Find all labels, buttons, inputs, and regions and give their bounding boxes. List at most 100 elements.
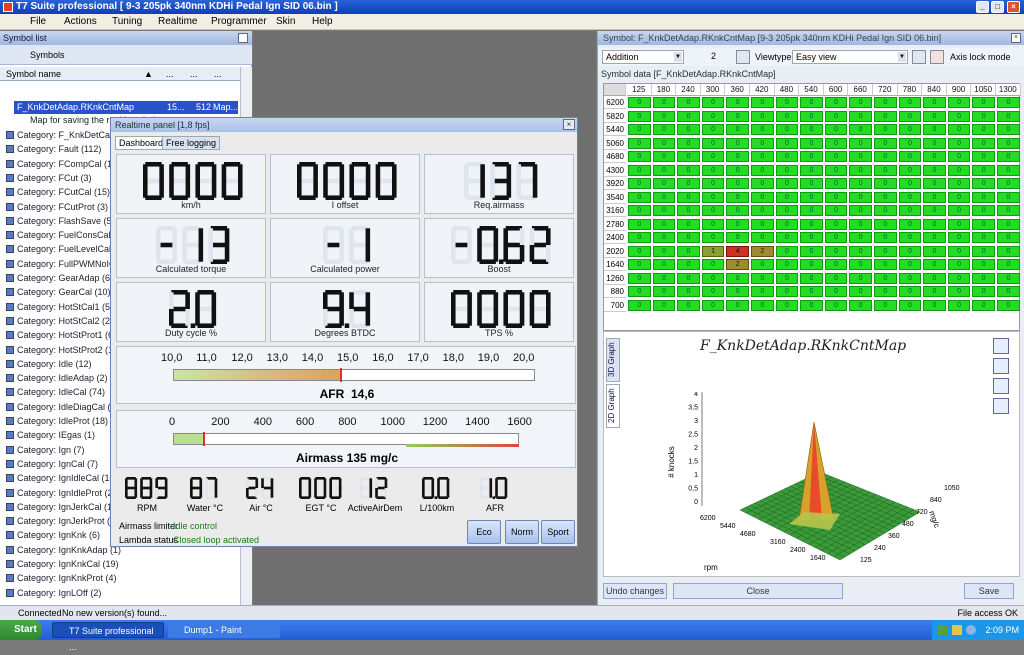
- grid-cell[interactable]: 0: [997, 124, 1020, 135]
- grid-cell[interactable]: 0: [751, 272, 774, 284]
- grid-cell[interactable]: 0: [997, 259, 1020, 270]
- copy-icon[interactable]: [912, 50, 926, 64]
- grid-cell[interactable]: 0: [947, 151, 971, 162]
- grid-cell[interactable]: 0: [849, 205, 872, 216]
- expand-icon[interactable]: [6, 274, 14, 282]
- grid-cell[interactable]: 0: [923, 191, 946, 203]
- grid-cell[interactable]: 0: [652, 191, 676, 203]
- grid-cell[interactable]: 0: [800, 151, 823, 162]
- grid-cell[interactable]: 0: [824, 97, 848, 108]
- grid-cell[interactable]: 0: [628, 245, 651, 257]
- grid-cell[interactable]: 0: [874, 218, 897, 230]
- grid-cell[interactable]: 2: [726, 259, 749, 270]
- grid-cell[interactable]: 0: [947, 245, 971, 257]
- grid-cell[interactable]: 0: [874, 259, 897, 270]
- menu-skin[interactable]: Skin: [276, 16, 295, 27]
- eco-button[interactable]: Eco: [467, 520, 501, 544]
- expand-icon[interactable]: [6, 431, 14, 440]
- grid-cell[interactable]: 0: [824, 245, 848, 257]
- grid-cell[interactable]: 0: [997, 205, 1020, 216]
- grid-cell[interactable]: 0: [874, 137, 897, 149]
- grid-cell[interactable]: 0: [923, 299, 946, 311]
- grid-cell[interactable]: 0: [947, 299, 971, 311]
- grid-cell[interactable]: 0: [972, 178, 995, 189]
- grid-cell[interactable]: 0: [701, 286, 725, 297]
- grid-cell[interactable]: 0: [849, 178, 872, 189]
- grid-cell[interactable]: 0: [898, 272, 922, 284]
- tray-network-icon[interactable]: [966, 625, 976, 635]
- grid-cell[interactable]: 0: [751, 164, 774, 176]
- expand-icon[interactable]: [6, 502, 14, 511]
- rotate-icon[interactable]: [993, 378, 1009, 394]
- task-t7-suite[interactable]: T7 Suite professional ...: [52, 622, 164, 652]
- grid-cell[interactable]: 0: [972, 245, 995, 257]
- grid-cell[interactable]: 0: [824, 286, 848, 297]
- zoom-out-icon[interactable]: [993, 358, 1009, 374]
- grid-cell[interactable]: 0: [800, 299, 823, 311]
- grid-cell[interactable]: 0: [726, 232, 749, 243]
- grid-cell[interactable]: 0: [997, 299, 1020, 311]
- grid-cell[interactable]: 0: [849, 245, 872, 257]
- grid-cell[interactable]: 0: [898, 232, 922, 243]
- col-2[interactable]: ...: [166, 67, 174, 81]
- category-item[interactable]: Category: IgnJerkProt (2): [6, 514, 118, 528]
- tab-free-logging[interactable]: Free logging: [162, 136, 221, 150]
- grid-cell[interactable]: 0: [972, 259, 995, 270]
- tab-dashboard[interactable]: Dashboard: [115, 136, 168, 150]
- category-item[interactable]: Category: IdleDiagCal (5): [6, 400, 119, 414]
- grid-cell[interactable]: 0: [628, 97, 651, 108]
- grid-cell[interactable]: 0: [775, 97, 799, 108]
- category-item[interactable]: Category: IgnIdleProt (2): [6, 486, 116, 500]
- grid-cell[interactable]: 0: [628, 259, 651, 270]
- grid-cell[interactable]: 0: [824, 151, 848, 162]
- grid-cell[interactable]: 0: [800, 286, 823, 297]
- grid-cell[interactable]: 0: [775, 218, 799, 230]
- apply-wand-icon[interactable]: [736, 50, 750, 64]
- category-item[interactable]: Category: FCut (3): [6, 171, 92, 185]
- grid-cell[interactable]: 0: [849, 191, 872, 203]
- grid-cell[interactable]: 0: [923, 272, 946, 284]
- grid-cell[interactable]: 0: [701, 137, 725, 149]
- grid-cell[interactable]: 0: [775, 191, 799, 203]
- expand-icon[interactable]: [6, 173, 14, 182]
- expand-icon[interactable]: [6, 159, 14, 168]
- tab-3d-graph[interactable]: 3D Graph: [606, 338, 620, 382]
- grid-cell[interactable]: 0: [775, 205, 799, 216]
- reset-view-icon[interactable]: [993, 398, 1009, 414]
- grid-cell[interactable]: 0: [972, 205, 995, 216]
- grid-cell[interactable]: 0: [874, 299, 897, 311]
- grid-cell[interactable]: 0: [701, 151, 725, 162]
- expand-icon[interactable]: [6, 231, 14, 240]
- close-button[interactable]: Close: [673, 583, 843, 599]
- grid-cell[interactable]: 0: [824, 137, 848, 149]
- grid-cell[interactable]: 0: [874, 151, 897, 162]
- grid-cell[interactable]: 0: [800, 218, 823, 230]
- grid-cell[interactable]: 0: [677, 164, 700, 176]
- grid-cell[interactable]: 0: [849, 232, 872, 243]
- tab-symbols[interactable]: Symbols: [0, 45, 252, 65]
- grid-cell[interactable]: 0: [652, 137, 676, 149]
- grid-cell[interactable]: 0: [849, 218, 872, 230]
- grid-cell[interactable]: 0: [824, 191, 848, 203]
- grid-cell[interactable]: 0: [947, 164, 971, 176]
- grid-cell[interactable]: 0: [726, 137, 749, 149]
- close-window-button[interactable]: ×: [1007, 1, 1020, 13]
- grid-cell[interactable]: 0: [726, 151, 749, 162]
- grid-cell[interactable]: 0: [751, 137, 774, 149]
- grid-cell[interactable]: 0: [898, 124, 922, 135]
- grid-cell[interactable]: 0: [824, 124, 848, 135]
- grid-cell[interactable]: 0: [775, 286, 799, 297]
- expand-icon[interactable]: [6, 316, 14, 325]
- grid-cell[interactable]: 0: [800, 259, 823, 270]
- grid-cell[interactable]: 0: [701, 164, 725, 176]
- grid-cell[interactable]: 0: [898, 205, 922, 216]
- start-button[interactable]: Start: [0, 620, 42, 640]
- sport-button[interactable]: Sport: [541, 520, 575, 544]
- grid-cell[interactable]: 0: [800, 191, 823, 203]
- grid-cell[interactable]: 0: [677, 97, 700, 108]
- expand-icon[interactable]: [6, 245, 14, 254]
- grid-cell[interactable]: 0: [726, 110, 749, 122]
- expand-icon[interactable]: [6, 517, 14, 526]
- grid-cell[interactable]: 0: [652, 218, 676, 230]
- category-item[interactable]: Category: IgnKnkAdap (1): [6, 543, 121, 557]
